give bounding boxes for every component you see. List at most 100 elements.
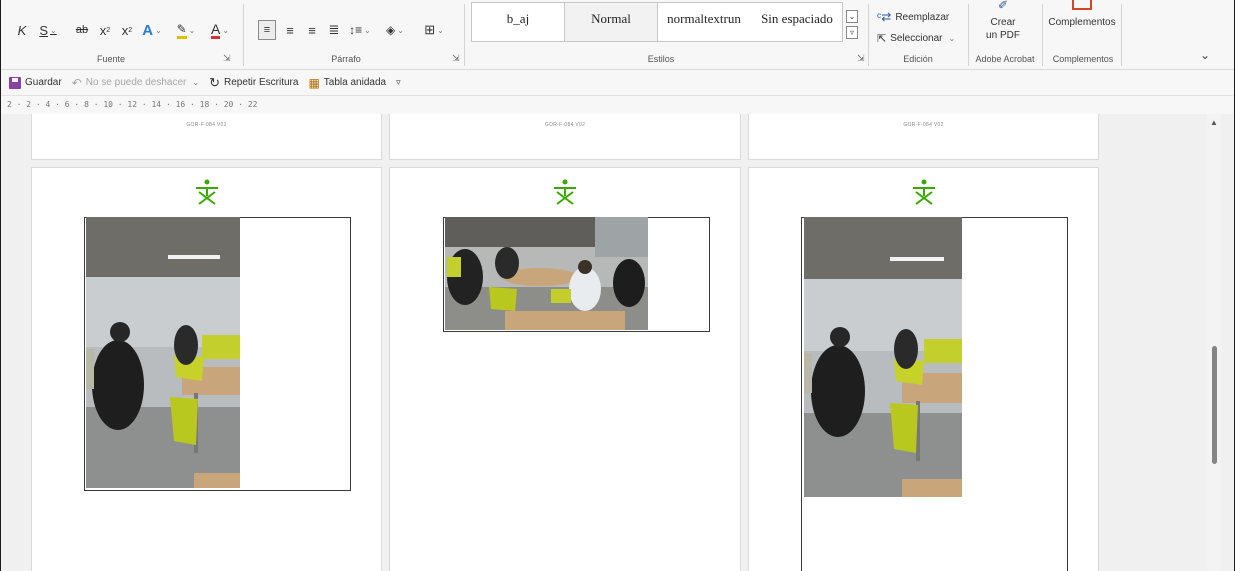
customize-qat-icon: ▿ [396,77,401,87]
chevron-down-icon: ⌄ [192,78,200,87]
replace-icon: ᶜ⇄ [877,10,892,24]
styles-group-label: Estilos [647,54,675,64]
subscript-button[interactable]: x2 [97,20,113,40]
borders-button[interactable]: ⊞ ⌄ [419,20,449,40]
page-footer-3: GOR-F-084 V02 [748,114,1099,160]
chevron-down-icon: ⌄ [397,25,404,35]
group-divider [868,4,869,66]
sena-logo-icon [196,179,218,205]
replace-button[interactable]: ᶜ⇄ Reemplazar [877,10,949,24]
chevron-down-icon: ⌄ [49,25,57,35]
text-effects-button[interactable]: A ⌄ [139,20,165,40]
classroom-photo[interactable] [445,217,648,330]
chevron-down-icon: ⌄ [364,25,371,35]
page-footer-1: GOR-F-084 V02 [31,114,382,160]
chevron-down-icon: ⌄ [948,34,956,43]
style-b-aj[interactable]: b_aj [472,3,564,41]
save-icon [9,76,21,89]
styles-dialog-launcher-icon[interactable]: ⇲ [857,53,865,64]
style-sin-espaciado[interactable]: Sin espaciado [750,3,844,41]
undo-button[interactable]: ↶ No se puede deshacer ⌄ [72,76,199,90]
nested-table-button[interactable]: ▦ Tabla anidada [308,76,386,90]
select-label: Seleccionar [890,33,943,44]
ribbon: K S ⌄ ab x2 x2 A ⌄ ✎ ⌄ A ⌄ Fuente ⇲ ≡ ≡ … [1,0,1234,70]
chevron-down-icon: ⌄ [222,25,230,35]
paint-bucket-icon: ◈ [386,23,396,37]
save-button[interactable]: Guardar [9,76,62,89]
page-1 [31,167,382,571]
group-divider [1121,4,1122,66]
classroom-photo[interactable] [86,217,240,488]
shading-button[interactable]: ◈ ⌄ [382,20,408,40]
styles-gallery: b_aj Normal normaltextrun Sin espaciado [471,2,843,42]
document-area: GOR-F-084 V02 GOR-F-084 V02 GOR-F-084 V0… [1,114,1234,571]
editing-group-label: Edición [903,54,933,64]
line-spacing-icon: ↕≡ [349,23,363,37]
align-right-button[interactable]: ≡ [304,20,320,40]
font-color-button[interactable]: A ⌄ [207,20,233,40]
align-right-icon: ≡ [308,22,316,38]
page-footer-2: GOR-F-084 V02 [389,114,741,160]
footer-code: GOR-F-084 V02 [186,122,227,128]
addins-button[interactable]: Complementos [1045,0,1119,48]
chevron-down-icon: ⌄ [437,25,444,35]
word-window: K S ⌄ ab x2 x2 A ⌄ ✎ ⌄ A ⌄ Fuente ⇲ ≡ ≡ … [0,0,1235,571]
vertical-scrollbar[interactable]: ▲ [1207,114,1221,571]
align-center-icon: ≡ [286,22,294,38]
customize-qat-button[interactable]: ▿ [396,77,401,88]
highlighter-icon: ✎ [176,22,187,39]
italic-button[interactable]: K [15,20,29,40]
acrobat-group-label: Adobe Acrobat [975,54,1035,64]
footer-code: GOR-F-084 V02 [544,122,586,128]
scrollbar-thumb[interactable] [1212,346,1217,464]
page-3 [748,167,1099,571]
classroom-photo[interactable] [804,217,962,497]
style-normal[interactable]: Normal [564,3,658,41]
underline-button[interactable]: S ⌄ [37,20,59,40]
font-dialog-launcher-icon[interactable]: ⇲ [223,53,231,64]
ribbon-collapse-chevron-icon[interactable]: ⌄ [1200,48,1210,62]
group-divider [243,4,244,66]
align-center-button[interactable]: ≡ [282,20,298,40]
nested-table-label: Tabla anidada [323,77,387,88]
undo-label: No se puede deshacer [85,77,187,88]
replace-label: Reemplazar [895,11,950,23]
highlight-color-button[interactable]: ✎ ⌄ [173,20,199,40]
undo-icon: ↶ [71,75,82,90]
chevron-down-icon: ⌄ [155,25,162,35]
font-color-icon: A [210,20,221,39]
style-normaltextrun[interactable]: normaltextrun [658,3,750,41]
borders-icon: ⊞ [424,22,436,37]
paragraph-group-label: Párrafo [331,54,361,64]
horizontal-ruler[interactable]: 2 · 2 · 4 · 6 · 8 · 10 · 12 · 14 · 16 · … [1,96,1234,114]
create-pdf-button[interactable]: ✐ Crear un PDF [981,0,1025,48]
line-spacing-button[interactable]: ↕≡ ⌄ [347,20,373,40]
font-group-label: Fuente [96,54,126,64]
superscript-button[interactable]: x2 [119,20,135,40]
pdf-pen-icon: ✐ [997,0,1009,12]
sena-logo-icon [913,179,935,205]
gallery-more-icon[interactable]: ▿ [846,26,858,39]
strikethrough-button[interactable]: ab [73,20,91,40]
paragraph-dialog-launcher-icon[interactable]: ⇲ [452,53,460,64]
ruler-text: 2 · 2 · 4 · 6 · 8 · 10 · 12 · 14 · 16 · … [7,100,258,109]
align-left-button[interactable]: ≡ [258,20,276,40]
select-button[interactable]: ⇱ Seleccionar ⌄ [877,32,955,45]
sena-logo-icon [554,179,576,205]
group-divider [464,4,465,66]
footer-code: GOR-F-084 V02 [903,122,944,128]
align-left-icon: ≡ [263,24,271,36]
redo-label: Repetir Escritura [223,77,299,88]
gallery-scroll-down-icon[interactable]: ⌄ [846,10,858,23]
chevron-down-icon: ⌄ [188,25,196,35]
addins-icon [1072,0,1092,10]
group-divider [1042,4,1043,66]
justify-button[interactable]: ≣ [326,20,342,40]
create-pdf-label-1: Crear [990,17,1016,28]
create-pdf-label-2: un PDF [986,30,1020,41]
redo-button[interactable]: ↻ Repetir Escritura [209,75,298,91]
scroll-up-arrow-icon[interactable]: ▲ [1210,118,1218,127]
underline-label: S [39,22,48,38]
addins-button-label: Complementos [1048,17,1116,28]
save-label: Guardar [25,77,62,88]
